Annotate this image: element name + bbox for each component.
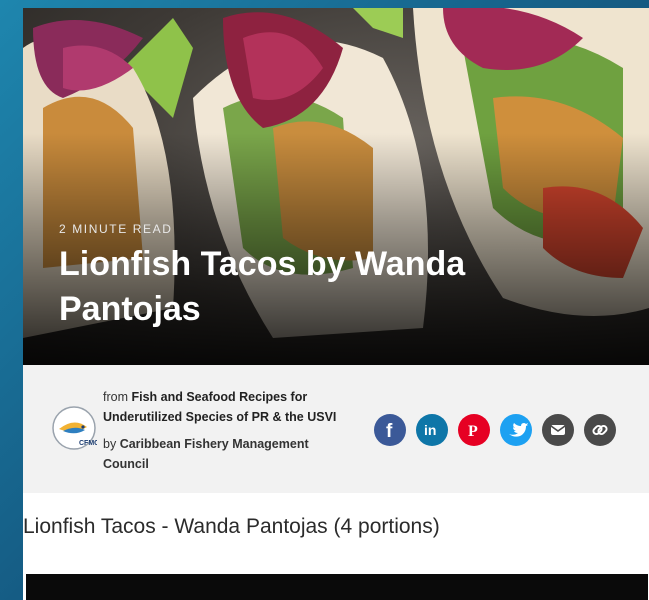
svg-text:f: f (386, 421, 393, 442)
pinterest-icon: P (468, 423, 478, 440)
read-time-label: 2 MINUTE READ (59, 222, 173, 236)
svg-text:in: in (424, 422, 436, 438)
svg-text:CFMC: CFMC (79, 440, 97, 447)
copy-link-button[interactable] (584, 414, 616, 446)
cfmc-logo[interactable]: CFMC (51, 405, 99, 451)
share-linkedin-button[interactable]: in (416, 414, 448, 446)
from-prefix: from (103, 390, 128, 404)
email-icon (550, 425, 566, 435)
share-pinterest-button[interactable]: P (458, 414, 490, 446)
collection-link-1[interactable]: Fish and Seafood Recipes for (131, 390, 307, 404)
article-title: Lionfish Tacos by Wanda Pantojas (59, 245, 466, 328)
author-source: by Caribbean Fishery Management Council (103, 434, 343, 474)
share-facebook-button[interactable]: f (374, 414, 406, 446)
facebook-icon: f (386, 421, 393, 442)
source-info-bar: CFMC from Fish and Seafood Recipes for U… (23, 365, 649, 493)
twitter-icon (509, 423, 528, 437)
author-link-1[interactable]: Caribbean Fishery Management (120, 437, 309, 451)
collection-link-2[interactable]: Underutilized Species of PR & the USVI (103, 410, 336, 424)
recipe-heading: Lionfish Tacos - Wanda Pantojas (4 porti… (23, 515, 440, 538)
link-icon (592, 424, 608, 436)
article-page: 2 MINUTE READ Lionfish Tacos by Wanda Pa… (23, 8, 649, 600)
video-player[interactable] (26, 574, 648, 600)
author-link-2[interactable]: Council (103, 457, 149, 471)
hero-banner: 2 MINUTE READ Lionfish Tacos by Wanda Pa… (23, 8, 649, 365)
share-twitter-button[interactable] (500, 414, 532, 446)
share-email-button[interactable] (542, 414, 574, 446)
linkedin-icon: in (424, 422, 436, 438)
collection-source: from Fish and Seafood Recipes for Underu… (103, 387, 363, 427)
svg-text:P: P (468, 423, 478, 440)
by-prefix: by (103, 437, 117, 451)
